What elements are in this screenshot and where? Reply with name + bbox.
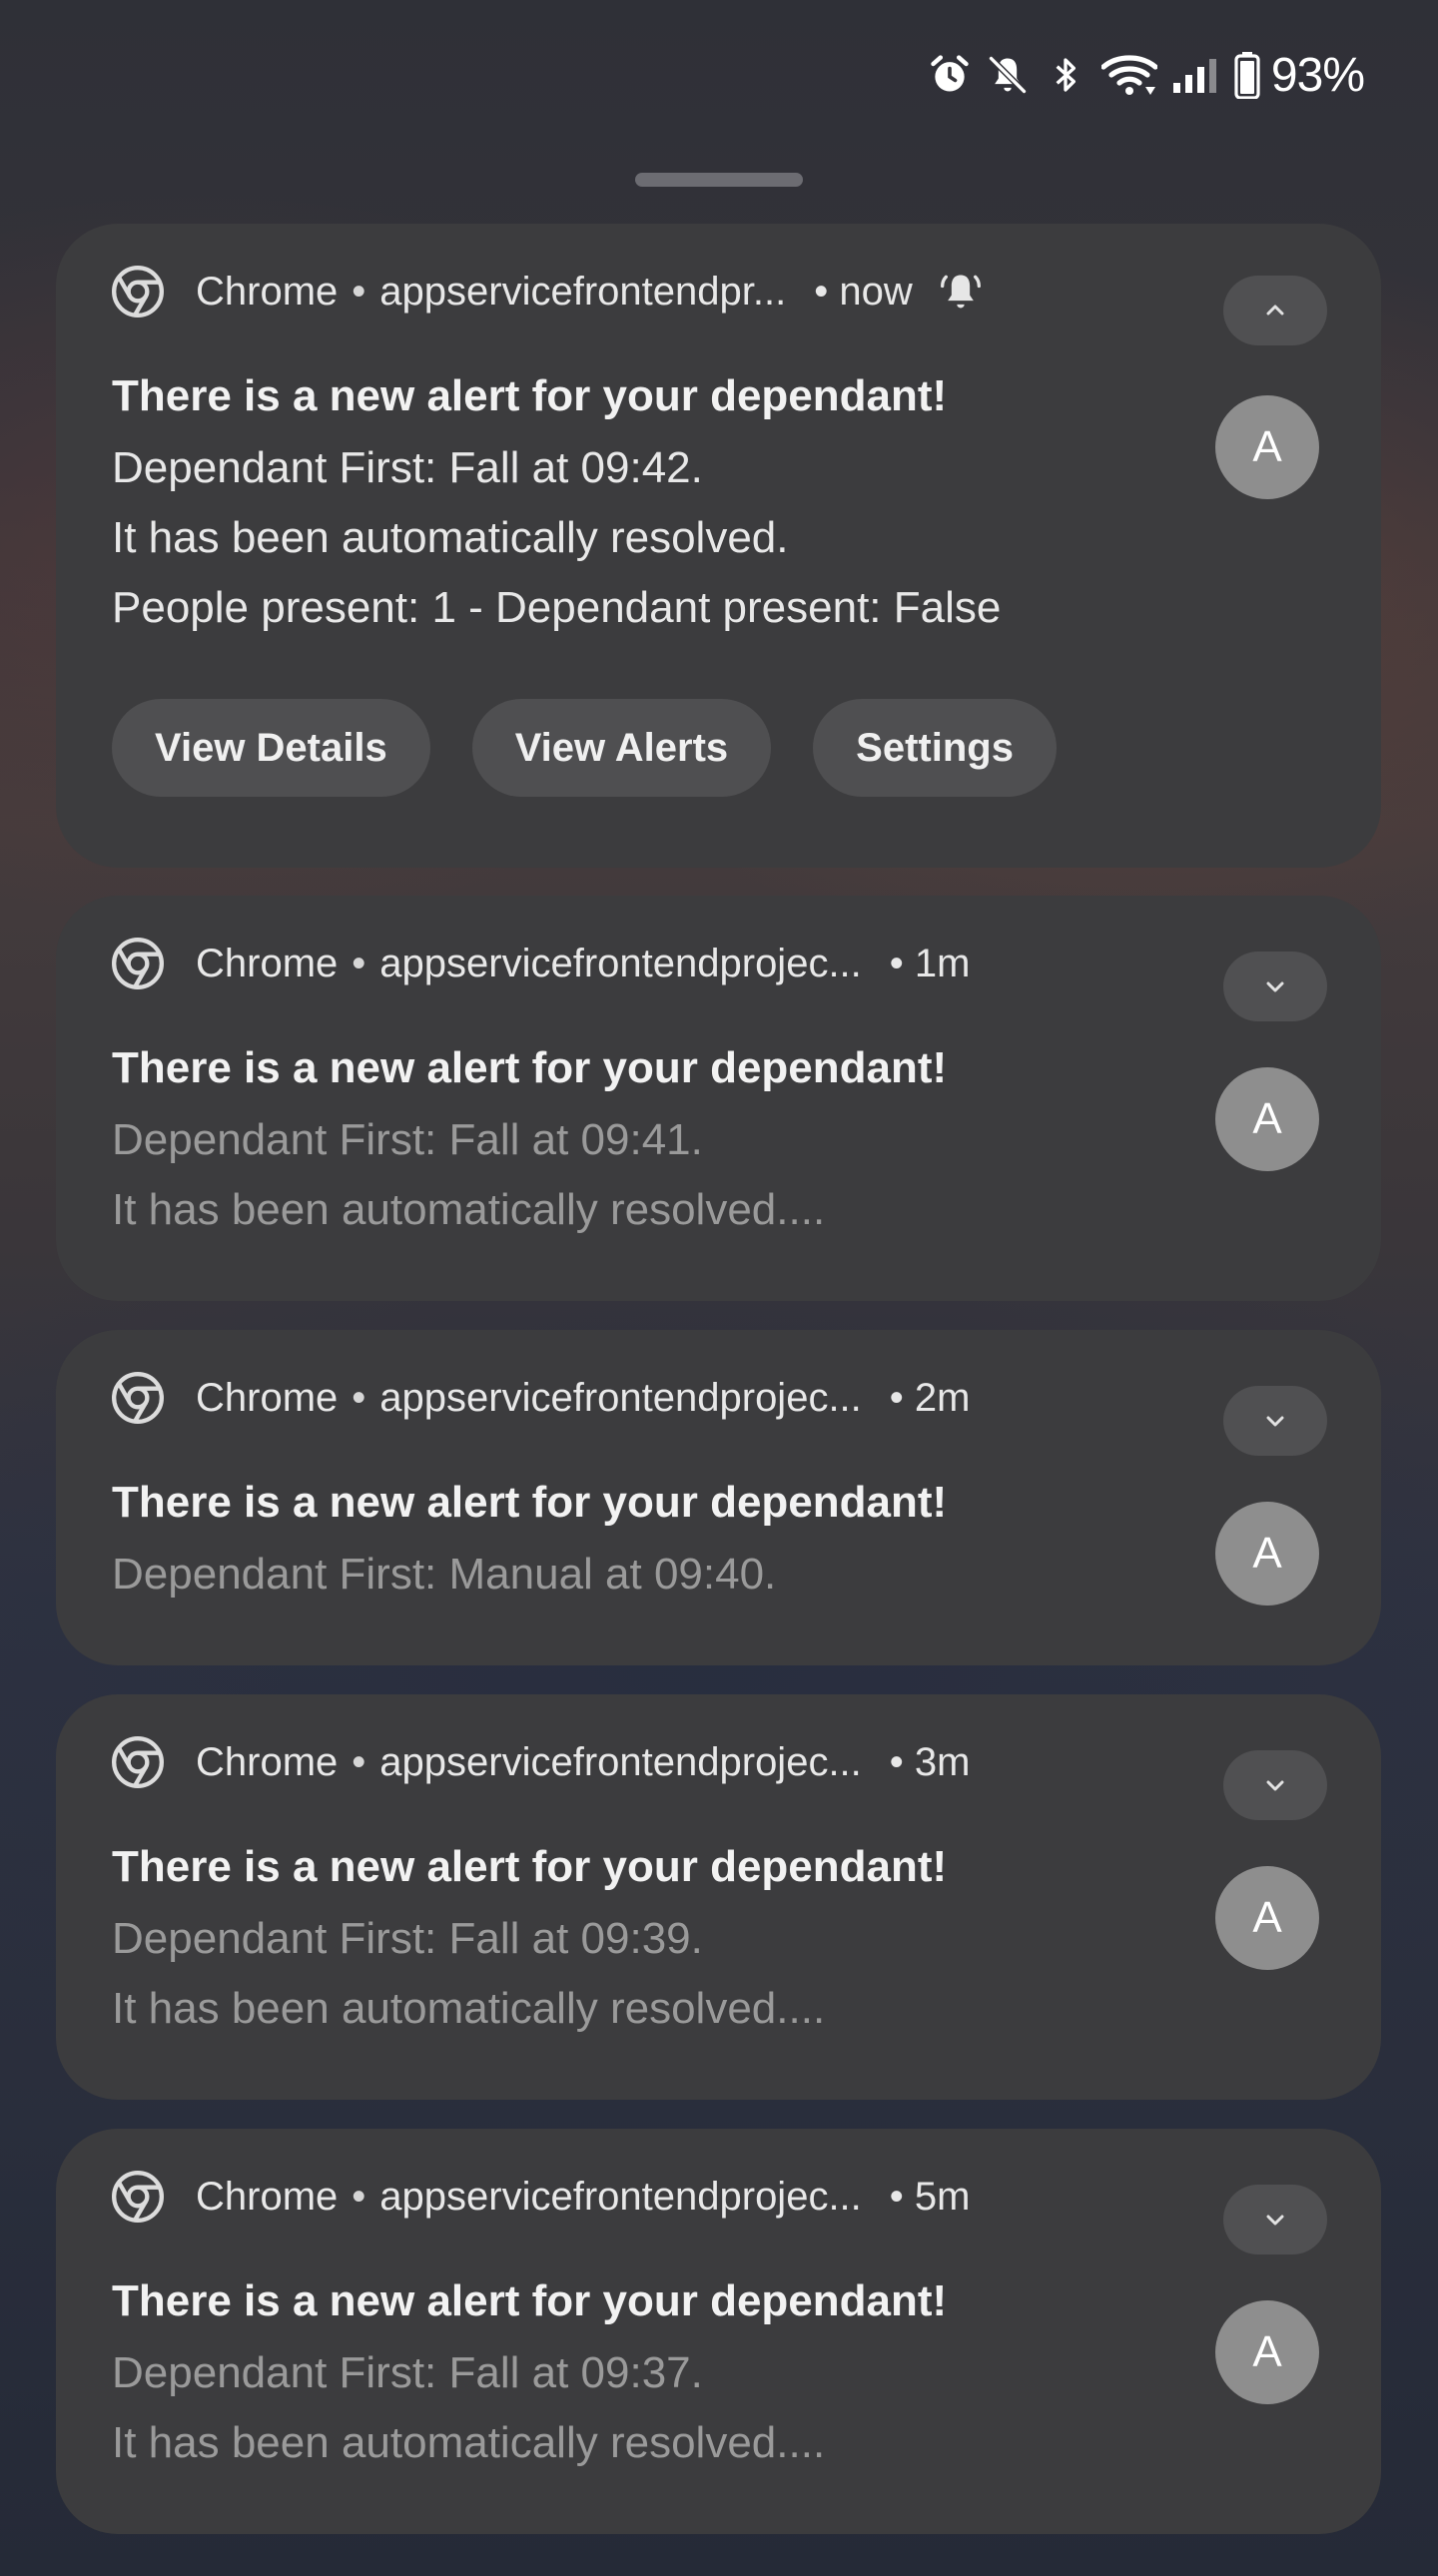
notification-card[interactable]: Chrome • appservicefrontendprojec... • 2… (56, 1330, 1381, 1665)
view-details-button[interactable]: View Details (112, 699, 430, 797)
expand-button[interactable] (1223, 1750, 1327, 1820)
chrome-icon (112, 266, 164, 318)
shade-drag-handle[interactable] (635, 173, 803, 187)
header-separator: • (352, 1739, 366, 1784)
battery-icon (1233, 52, 1261, 99)
notification-time: • now (814, 269, 913, 314)
avatar: A (1215, 1067, 1319, 1171)
chevron-down-icon (1266, 2215, 1284, 2226)
settings-button[interactable]: Settings (813, 699, 1057, 797)
notification-body-line: People present: 1 - Dependant present: F… (112, 583, 1002, 632)
notification-body-line: Dependant First: Fall at 09:39. (112, 1914, 703, 1963)
avatar: A (1215, 2300, 1319, 2404)
notification-source: appservicefrontendprojec... (379, 941, 862, 985)
app-name: Chrome (196, 269, 339, 314)
notification-body-line: It has been automatically resolved.... (112, 1984, 826, 2033)
expand-button[interactable] (1223, 2185, 1327, 2254)
alarm-icon (928, 53, 972, 97)
notification-source: appservicefrontendpr... (379, 269, 787, 314)
chrome-icon (112, 1736, 164, 1788)
notification-title: There is a new alert for your dependant! (112, 1842, 948, 1891)
notification-source: appservicefrontendprojec... (379, 1375, 862, 1420)
notification-source: appservicefrontendprojec... (379, 2174, 862, 2219)
wifi-icon (1100, 53, 1157, 97)
avatar: A (1215, 1866, 1319, 1970)
chevron-down-icon (1266, 1416, 1284, 1427)
bell-muted-icon (986, 53, 1030, 97)
chrome-icon (112, 2171, 164, 2223)
notification-title: There is a new alert for your dependant! (112, 1478, 948, 1527)
notification-body-line: It has been automatically resolved. (112, 513, 789, 562)
notification-header: Chrome • appservicefrontendprojec... • 2… (112, 1370, 970, 1426)
notification-body-line: Dependant First: Fall at 09:42. (112, 443, 703, 492)
notification-header: Chrome • appservicefrontendpr... • now (112, 264, 985, 320)
notification-body-line: Dependant First: Manual at 09:40. (112, 1550, 777, 1599)
notification-card[interactable]: Chrome • appservicefrontendpr... • now A… (56, 224, 1381, 868)
notification-title: There is a new alert for your dependant! (112, 1043, 948, 1092)
notification-source: appservicefrontendprojec... (379, 1739, 862, 1784)
chrome-icon (112, 1372, 164, 1424)
notification-time: • 2m (889, 1375, 971, 1420)
notification-card[interactable]: Chrome • appservicefrontendprojec... • 5… (56, 2129, 1381, 2534)
notification-card[interactable]: Chrome • appservicefrontendprojec... • 3… (56, 1694, 1381, 2100)
avatar: A (1215, 1502, 1319, 1606)
notification-time: • 3m (889, 1739, 971, 1784)
battery-percentage: 93% (1270, 48, 1365, 102)
chevron-down-icon (1266, 1780, 1284, 1791)
collapse-button[interactable] (1223, 276, 1327, 345)
header-separator: • (352, 269, 366, 314)
notification-body-line: It has been automatically resolved.... (112, 1185, 826, 1234)
expand-button[interactable] (1223, 1386, 1327, 1456)
chevron-up-icon (1266, 305, 1284, 316)
notification-body-line: Dependant First: Fall at 09:37. (112, 2348, 703, 2397)
status-bar: 93% (928, 40, 1365, 110)
app-name: Chrome (196, 1375, 339, 1420)
notification-body-line: It has been automatically resolved.... (112, 2418, 826, 2467)
notification-header: Chrome • appservicefrontendprojec... • 1… (112, 936, 970, 991)
notification-title: There is a new alert for your dependant! (112, 371, 948, 420)
header-separator: • (352, 941, 366, 985)
avatar: A (1215, 395, 1319, 499)
notification-body-line: Dependant First: Fall at 09:41. (112, 1115, 703, 1164)
app-name: Chrome (196, 2174, 339, 2219)
expand-button[interactable] (1223, 952, 1327, 1021)
bluetooth-icon (1044, 53, 1087, 97)
notification-actions: View Details View Alerts Settings (112, 699, 1057, 797)
alerting-bell-icon (937, 268, 985, 316)
app-name: Chrome (196, 941, 339, 985)
notification-header: Chrome • appservicefrontendprojec... • 3… (112, 1734, 970, 1790)
header-separator: • (352, 1375, 366, 1420)
notification-time: • 1m (889, 941, 971, 985)
chrome-icon (112, 938, 164, 989)
chevron-down-icon (1266, 981, 1284, 992)
notification-time: • 5m (889, 2174, 971, 2219)
notification-header: Chrome • appservicefrontendprojec... • 5… (112, 2169, 970, 2225)
signal-icon (1171, 53, 1219, 97)
view-alerts-button[interactable]: View Alerts (471, 699, 772, 797)
notification-title: There is a new alert for your dependant! (112, 2276, 948, 2325)
notification-card[interactable]: Chrome • appservicefrontendprojec... • 1… (56, 896, 1381, 1301)
app-name: Chrome (196, 1739, 339, 1784)
header-separator: • (352, 2174, 366, 2219)
